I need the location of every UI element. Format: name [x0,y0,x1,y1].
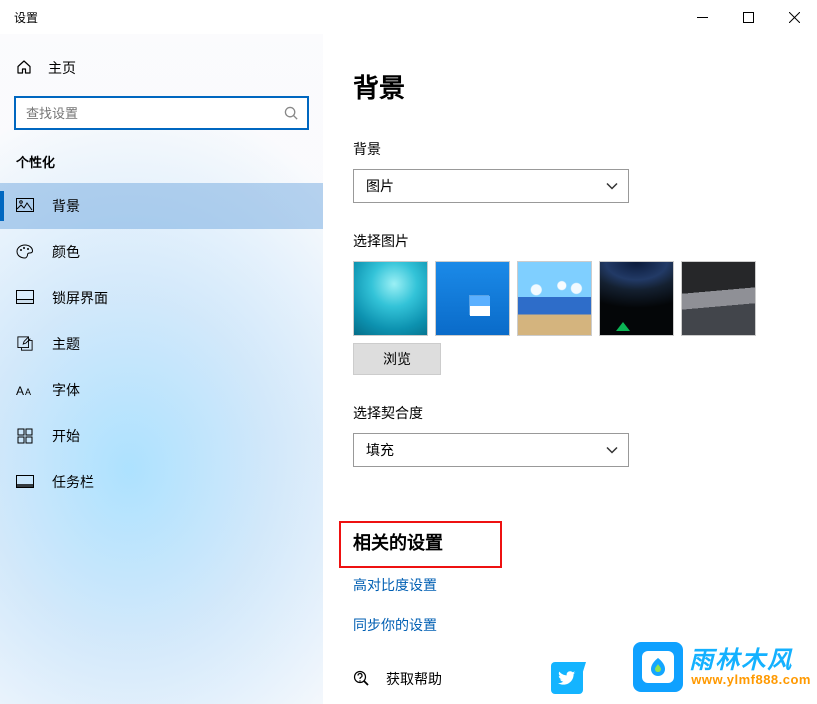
link-sync-settings[interactable]: 同步你的设置 [353,615,795,635]
content-area: 背景 背景 图片 选择图片 浏览 [323,34,817,704]
home-label: 主页 [48,58,76,78]
window-title: 设置 [14,9,38,26]
sidebar-item-label: 开始 [52,426,80,446]
choose-picture-label: 选择图片 [353,231,795,251]
font-icon: AA [16,382,34,398]
sidebar-item-taskbar[interactable]: 任务栏 [0,459,323,505]
maximize-icon [743,12,754,23]
page-title: 背景 [353,68,795,105]
close-button[interactable] [771,0,817,34]
sidebar-section-title: 个性化 [0,152,323,171]
related-settings-title: 相关的设置 [353,529,795,555]
sidebar-item-lockscreen[interactable]: 锁屏界面 [0,275,323,321]
taskbar-icon [16,475,34,489]
sidebar-item-fonts[interactable]: AA 字体 [0,367,323,413]
picture-thumb[interactable] [681,261,756,336]
maximize-button[interactable] [725,0,771,34]
sidebar-item-label: 主题 [52,334,80,354]
sidebar-item-label: 颜色 [52,242,80,262]
watermark-text: 雨林木风 [689,648,809,673]
palette-icon [16,244,34,260]
lockscreen-icon [16,290,34,306]
minimize-button[interactable] [679,0,725,34]
sidebar-item-colors[interactable]: 颜色 [0,229,323,275]
picture-thumb[interactable] [353,261,428,336]
search-input[interactable] [26,106,284,121]
sidebar-item-label: 任务栏 [52,472,94,492]
sidebar-item-label: 锁屏界面 [52,288,108,308]
start-icon [16,428,34,444]
picture-icon [16,198,34,214]
watermark-url: www.ylmf888.com [691,673,811,687]
sidebar-item-themes[interactable]: 主题 [0,321,323,367]
fit-value: 填充 [366,440,394,460]
svg-text:A: A [16,384,24,398]
picture-thumbnails [353,261,795,336]
search-icon [284,106,299,121]
help-icon [353,670,371,688]
home-icon [16,59,32,78]
twitter-badge [551,662,583,694]
title-bar: 设置 [0,0,817,34]
sidebar-item-label: 字体 [52,380,80,400]
watermark-icon [633,642,683,692]
search-box[interactable] [14,96,309,130]
browse-button[interactable]: 浏览 [353,343,441,375]
picture-thumb[interactable] [435,261,510,336]
sidebar: 主页 个性化 背景 颜色 [0,34,323,704]
home-link[interactable]: 主页 [0,48,323,88]
fit-dropdown[interactable]: 填充 [353,433,629,467]
chevron-down-icon [606,180,618,192]
watermark: 雨林木风 www.ylmf888.com [633,642,809,692]
svg-text:A: A [25,387,31,397]
close-icon [789,12,800,23]
sidebar-item-start[interactable]: 开始 [0,413,323,459]
theme-icon [16,336,34,352]
chevron-down-icon [606,444,618,456]
sidebar-item-background[interactable]: 背景 [0,183,323,229]
link-high-contrast[interactable]: 高对比度设置 [353,575,795,595]
background-label: 背景 [353,139,795,159]
background-value: 图片 [366,176,394,196]
sidebar-item-label: 背景 [52,196,80,216]
picture-thumb[interactable] [517,261,592,336]
fit-label: 选择契合度 [353,403,795,423]
background-dropdown[interactable]: 图片 [353,169,629,203]
picture-thumb[interactable] [599,261,674,336]
minimize-icon [697,12,708,23]
